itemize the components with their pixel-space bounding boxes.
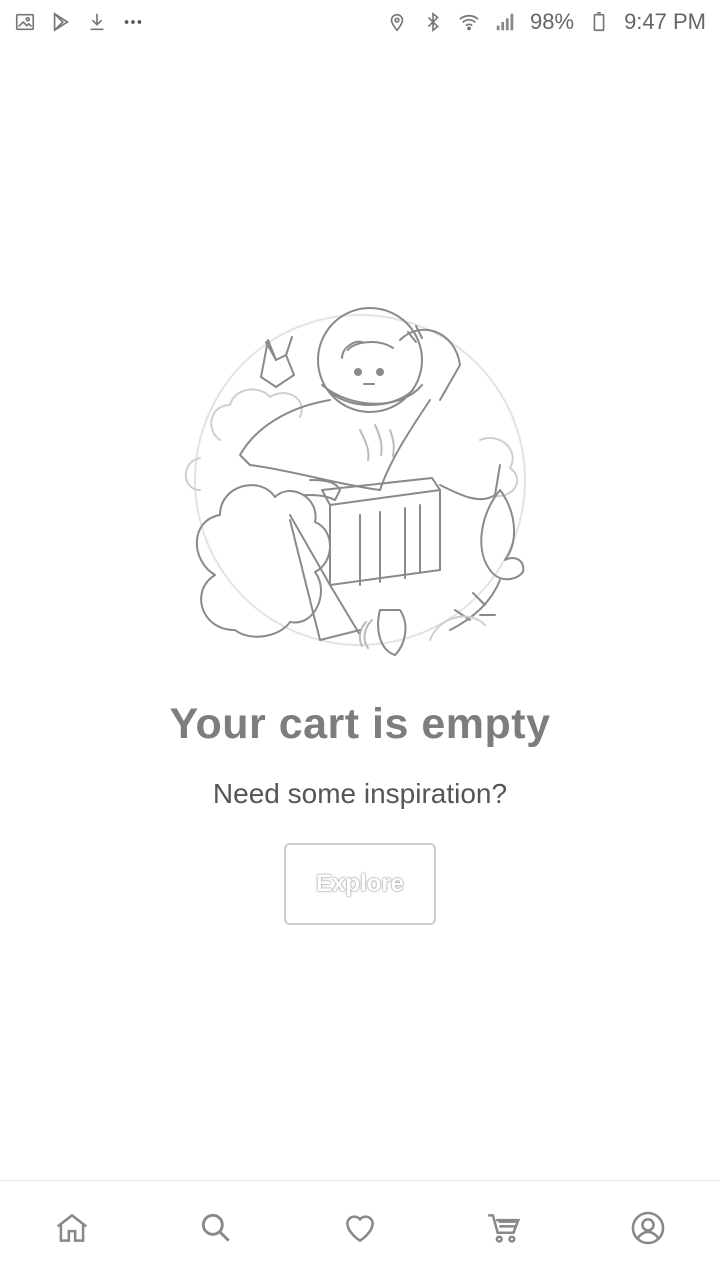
play-store-icon: [50, 11, 72, 33]
explore-button[interactable]: Explore: [284, 843, 436, 925]
more-dots-icon: [122, 11, 144, 33]
bluetooth-icon: [422, 11, 444, 33]
nav-home[interactable]: [22, 1181, 122, 1280]
download-icon: [86, 11, 108, 33]
nav-profile[interactable]: [598, 1181, 698, 1280]
status-bar: 98% 9:47 PM: [0, 0, 720, 44]
cart-icon: [485, 1209, 523, 1252]
search-icon: [197, 1209, 235, 1252]
profile-icon: [629, 1209, 667, 1252]
nav-search[interactable]: [166, 1181, 266, 1280]
status-bar-left: [14, 11, 144, 33]
wifi-icon: [458, 11, 480, 33]
empty-cart-title: Your cart is empty: [169, 700, 551, 748]
nav-cart[interactable]: [454, 1181, 554, 1280]
empty-cart-subtitle: Need some inspiration?: [212, 778, 508, 809]
bottom-navigation: [0, 1180, 720, 1280]
heart-icon: [341, 1209, 379, 1252]
status-bar-right: 98% 9:47 PM: [386, 9, 706, 35]
gallery-icon: [14, 11, 36, 33]
signal-icon: [494, 11, 516, 33]
astronaut-box-illustration: [180, 290, 540, 690]
status-time: 9:47 PM: [624, 9, 706, 34]
battery-icon: [588, 11, 610, 33]
home-icon: [53, 1209, 91, 1252]
nav-favorites[interactable]: [310, 1181, 410, 1280]
cart-screen: 98% 9:47 PM Your cart is empty Need some…: [0, 0, 720, 1280]
location-icon: [386, 11, 408, 33]
battery-percentage: 98%: [530, 9, 575, 34]
